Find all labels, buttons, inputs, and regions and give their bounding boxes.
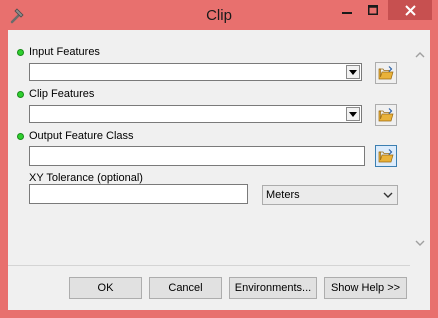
dropdown-arrow-icon[interactable] xyxy=(346,107,360,121)
chevron-down-icon xyxy=(383,192,393,198)
clip-features-combo[interactable] xyxy=(29,105,362,123)
close-button[interactable] xyxy=(388,0,432,20)
maximize-icon xyxy=(368,5,378,15)
cancel-button[interactable]: Cancel xyxy=(149,277,222,299)
clip-tool-window: Clip Input Features Clip Features Output… xyxy=(0,0,438,318)
scroll-up-icon[interactable] xyxy=(413,48,427,62)
title-bar[interactable]: Clip xyxy=(0,0,438,30)
input-features-label: Input Features xyxy=(29,46,100,58)
scroll-down-icon[interactable] xyxy=(413,236,427,250)
input-features-combo[interactable] xyxy=(29,63,362,81)
minimize-icon xyxy=(342,12,352,14)
open-folder-icon xyxy=(378,149,394,163)
open-folder-icon xyxy=(378,66,394,80)
minimize-button[interactable] xyxy=(334,0,360,20)
output-feature-class-browse-button[interactable] xyxy=(375,145,397,167)
clip-features-browse-button[interactable] xyxy=(375,104,397,126)
parameters-panel: Input Features Clip Features Output Feat… xyxy=(8,30,410,266)
ok-button[interactable]: OK xyxy=(69,277,142,299)
xy-tolerance-units-value: Meters xyxy=(266,189,300,201)
xy-tolerance-input[interactable] xyxy=(29,184,248,204)
show-help-button[interactable]: Show Help >> xyxy=(324,277,407,299)
environments-button[interactable]: Environments... xyxy=(229,277,317,299)
maximize-button[interactable] xyxy=(360,0,386,20)
open-folder-icon xyxy=(378,108,394,122)
required-indicator xyxy=(17,49,24,56)
dialog-body: Input Features Clip Features Output Feat… xyxy=(8,30,430,310)
input-features-browse-button[interactable] xyxy=(375,62,397,84)
close-icon xyxy=(404,4,416,16)
xy-tolerance-label: XY Tolerance (optional) xyxy=(29,172,143,184)
clip-features-label: Clip Features xyxy=(29,88,95,100)
required-indicator xyxy=(17,91,24,98)
output-feature-class-input[interactable] xyxy=(29,146,365,166)
dropdown-arrow-icon[interactable] xyxy=(346,65,360,79)
xy-tolerance-units-select[interactable]: Meters xyxy=(262,185,398,205)
required-indicator xyxy=(17,133,24,140)
output-feature-class-label: Output Feature Class xyxy=(29,130,134,142)
vertical-scrollbar[interactable] xyxy=(410,30,430,265)
